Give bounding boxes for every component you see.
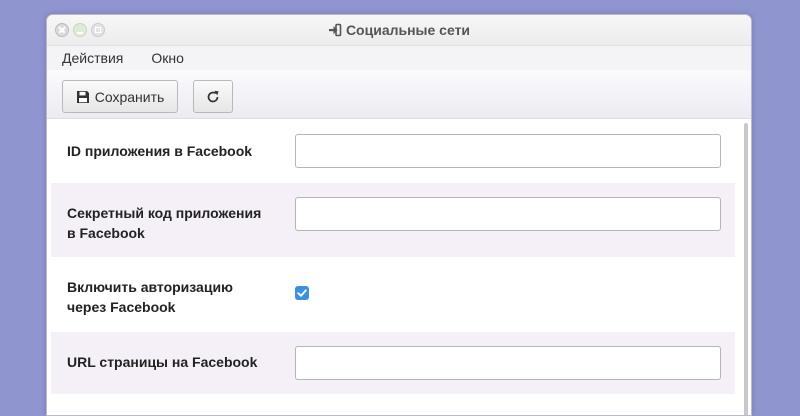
facebook-page-url-label: URL страницы на Facebook	[67, 354, 258, 370]
facebook-auth-label: Включить авторизацию через Facebook	[67, 279, 234, 315]
settings-window: Социальные сети Действия Окно Сохранить …	[46, 14, 752, 416]
window-title: Социальные сети	[345, 22, 471, 38]
facebook-page-url-input[interactable]	[295, 346, 721, 380]
facebook-app-id-input[interactable]	[295, 134, 721, 168]
vertical-scrollbar[interactable]	[744, 123, 748, 415]
facebook-app-secret-input[interactable]	[295, 197, 721, 231]
floppy-disk-icon	[76, 90, 89, 103]
checkmark-icon	[297, 289, 307, 297]
form-row-facebook-page-url: URL страницы на Facebook	[51, 332, 735, 394]
refresh-button[interactable]	[193, 80, 233, 113]
facebook-auth-checkbox[interactable]	[295, 286, 309, 300]
sign-in-icon	[328, 23, 342, 37]
toolbar: Сохранить	[47, 70, 751, 119]
window-title-area: Социальные сети	[47, 15, 751, 45]
form-row-facebook-app-id: ID приложения в Facebook	[51, 119, 735, 183]
facebook-app-id-label: ID приложения в Facebook	[67, 143, 253, 159]
save-button[interactable]: Сохранить	[62, 80, 178, 113]
refresh-icon	[207, 90, 219, 102]
form-row-facebook-auth: Включить авторизацию через Facebook	[51, 257, 735, 332]
settings-form: ID приложения в Facebook Секретный код п…	[47, 119, 751, 415]
menu-item-window[interactable]: Окно	[151, 50, 184, 66]
menu-item-actions[interactable]: Действия	[62, 50, 123, 66]
form-row-facebook-app-secret: Секретный код приложения в Facebook	[51, 183, 735, 257]
save-button-label: Сохранить	[94, 88, 165, 105]
facebook-app-secret-label: Секретный код приложения в Facebook	[67, 205, 262, 241]
title-bar[interactable]: Социальные сети	[47, 15, 751, 46]
menu-bar: Действия Окно	[47, 46, 751, 70]
